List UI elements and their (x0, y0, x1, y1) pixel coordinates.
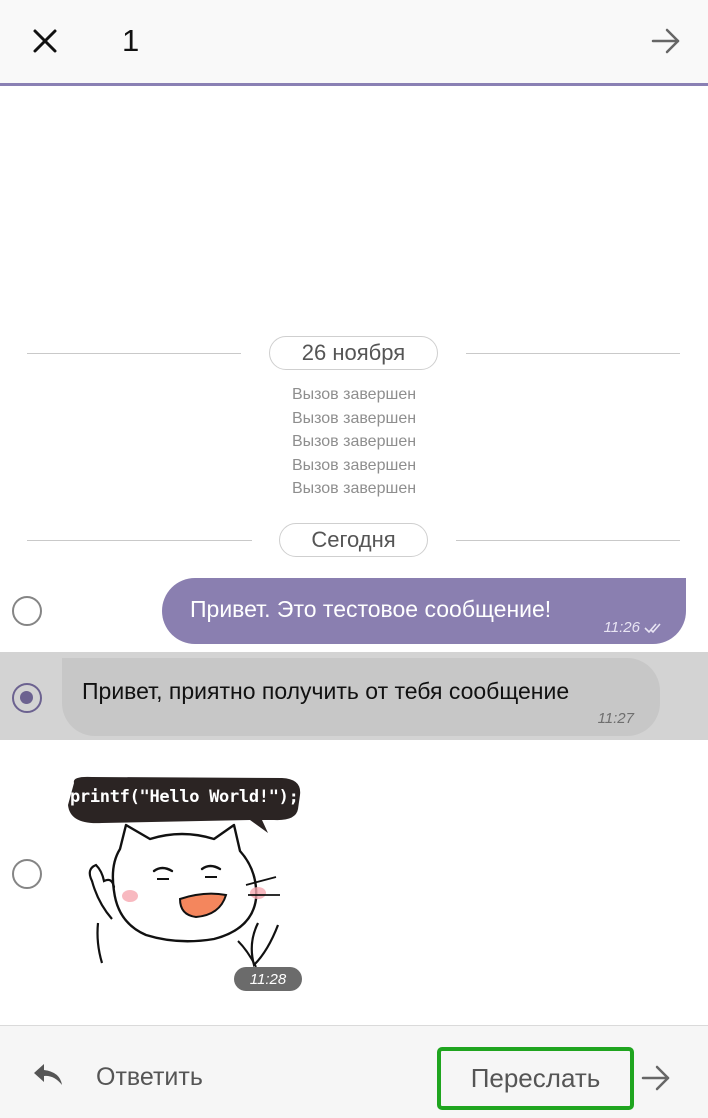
chat-select-screen: 1 26 ноября Вызов завершен Вызов заверше… (0, 0, 708, 1118)
reply-icon[interactable] (32, 1062, 64, 1088)
divider (466, 353, 680, 354)
date-label: 26 ноября (269, 336, 438, 370)
close-icon[interactable] (26, 22, 64, 60)
reply-button[interactable]: Ответить (96, 1063, 203, 1092)
message-time: 11:26 (603, 619, 640, 636)
message-time: 11:27 (597, 710, 634, 727)
call-ended-text: Вызов завершен (291, 386, 417, 403)
outgoing-message-bubble[interactable]: Привет. Это тестовое сообщение! 11:26 (162, 578, 686, 644)
arrow-right-icon[interactable] (640, 1064, 672, 1092)
call-ended-text: Вызов завершен (291, 480, 417, 497)
call-ended-text: Вызов завершен (291, 433, 417, 450)
selected-count: 1 (122, 23, 140, 58)
call-ended-text: Вызов завершен (291, 409, 417, 427)
date-label: Сегодня (279, 523, 428, 557)
sticker-caption: printf("Hello World!"); (70, 787, 299, 807)
arrow-right-icon[interactable] (646, 22, 686, 60)
call-log: Вызов завершен Вызов завершен Вызов заве… (0, 383, 708, 501)
message-meta: 11:26 (604, 619, 664, 636)
select-radio-checked[interactable] (12, 683, 42, 713)
message-text: Привет. Это тестовое сообщение! (190, 596, 552, 622)
action-bar: Ответить Переслать (0, 1025, 708, 1118)
divider (27, 540, 252, 541)
message-text: Привет, приятно получить от тебя сообщен… (82, 678, 570, 704)
incoming-message-bubble[interactable]: Привет, приятно получить от тебя сообщен… (62, 658, 660, 736)
double-check-icon (644, 622, 661, 633)
selection-toolbar: 1 (0, 0, 708, 86)
call-ended-text: Вызов завершен (291, 456, 417, 474)
divider (456, 540, 680, 541)
date-separator: 26 ноября (0, 336, 708, 372)
divider (27, 353, 241, 354)
forward-button[interactable]: Переслать (437, 1047, 634, 1110)
select-radio[interactable] (12, 859, 42, 889)
message-time: 11:28 (234, 967, 302, 991)
select-radio[interactable] (12, 596, 42, 626)
date-separator: Сегодня (0, 523, 708, 559)
sticker-message[interactable]: printf("Hello World!"); 11:28 (62, 773, 312, 993)
